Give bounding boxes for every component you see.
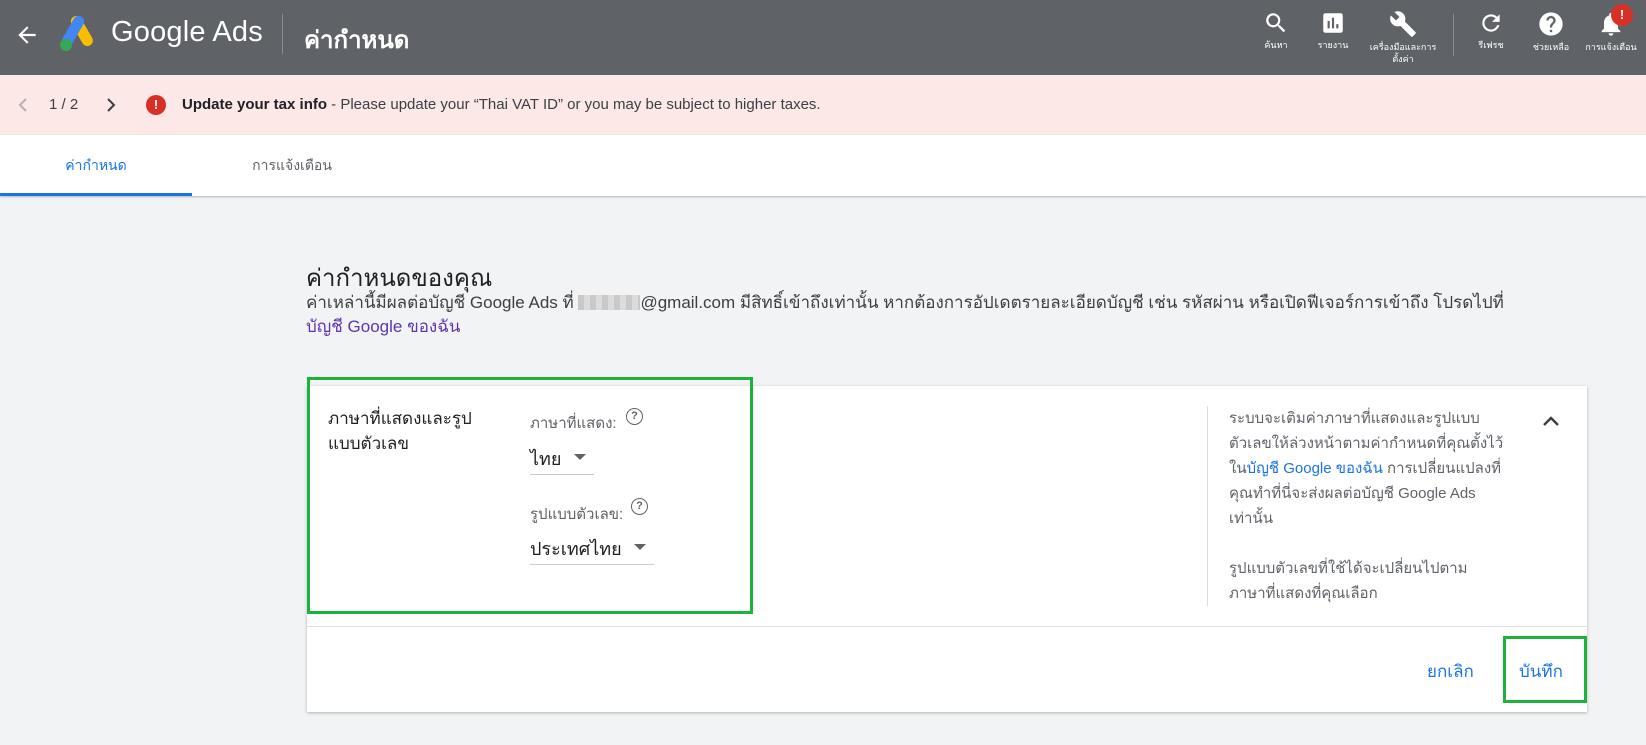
description-text-start: ค่าเหล่านี้มีผลต่อบัญชี Google Ads ที่ (306, 293, 579, 312)
google-ads-logo-icon[interactable] (58, 15, 96, 52)
refresh-icon (1482, 14, 1500, 32)
preferences-description: ค่าเหล่านี้มีผลต่อบัญชี Google Ads ที่ @… (306, 289, 1504, 316)
tab-notifications[interactable]: การแจ้งเตือน (192, 135, 392, 196)
highlight-box-language-settings (307, 377, 753, 614)
info-paragraph-1: ระบบจะเติมค่าภาษาที่แสดงและรูปแบบตัวเลขใ… (1229, 406, 1504, 531)
error-icon: ! (146, 95, 166, 115)
alert-message[interactable]: Update your tax info - Please update you… (182, 96, 821, 113)
help-icon (1539, 12, 1563, 36)
highlight-box-save-button (1503, 636, 1587, 703)
tab-preferences[interactable]: ค่ากำหนด (0, 135, 192, 196)
notification-badge: ! (1611, 4, 1633, 26)
page-title: ค่ากำหนด (304, 27, 410, 54)
reports-icon (1323, 13, 1343, 33)
wrench-icon (1390, 11, 1416, 37)
card-vertical-divider (1207, 406, 1208, 606)
redacted-email (578, 295, 641, 310)
tax-alert-banner: 1 / 2 ! Update your tax info - Please up… (0, 75, 1646, 136)
reports-tool-button[interactable]: รายงาน (1298, 10, 1368, 51)
alert-pager: 1 / 2 (49, 96, 79, 113)
chevron-right-icon[interactable] (104, 97, 118, 118)
tab-bar: ค่ากำหนด การแจ้งเตือน (0, 135, 1646, 196)
app-name: Google Ads (111, 16, 263, 48)
notifications-label: การแจ้งเตือน (1585, 42, 1637, 52)
top-app-bar: Google Ads ค่ากำหนด ค้นหา รายงาน เครื่อง… (0, 0, 1646, 75)
description-text-end: @gmail.com มีสิทธิ์เข้าถึงเท่านั้น หากต้… (640, 293, 1504, 312)
tools-settings-button[interactable]: เครื่องมือและการตั้งค่า (1368, 10, 1438, 65)
chevron-up-icon[interactable] (1539, 410, 1563, 434)
reports-tool-label: รายงาน (1317, 40, 1349, 50)
back-arrow-icon[interactable] (12, 20, 42, 50)
card-footer-divider (307, 626, 1587, 627)
topbar-divider (282, 14, 283, 54)
info-panel: ระบบจะเติมค่าภาษาที่แสดงและรูปแบบตัวเลขใ… (1229, 406, 1504, 631)
search-icon (1266, 13, 1286, 33)
info-google-account-link[interactable]: บัญชี Google ของฉัน (1247, 460, 1383, 477)
chevron-left-icon[interactable] (16, 97, 30, 118)
topbar-tools-divider (1453, 14, 1454, 56)
my-google-account-link[interactable]: บัญชี Google ของฉัน (306, 313, 460, 340)
alert-title: Update your tax info (182, 96, 328, 113)
info-paragraph-2: รูปแบบตัวเลขที่ใช้ได้จะเปลี่ยนไปตามภาษาท… (1229, 560, 1468, 602)
cancel-button[interactable]: ยกเลิก (1427, 658, 1474, 685)
alert-body: - Please update your “Thai VAT ID” or yo… (327, 96, 821, 113)
tools-settings-label: เครื่องมือและการตั้งค่า (1369, 42, 1437, 64)
